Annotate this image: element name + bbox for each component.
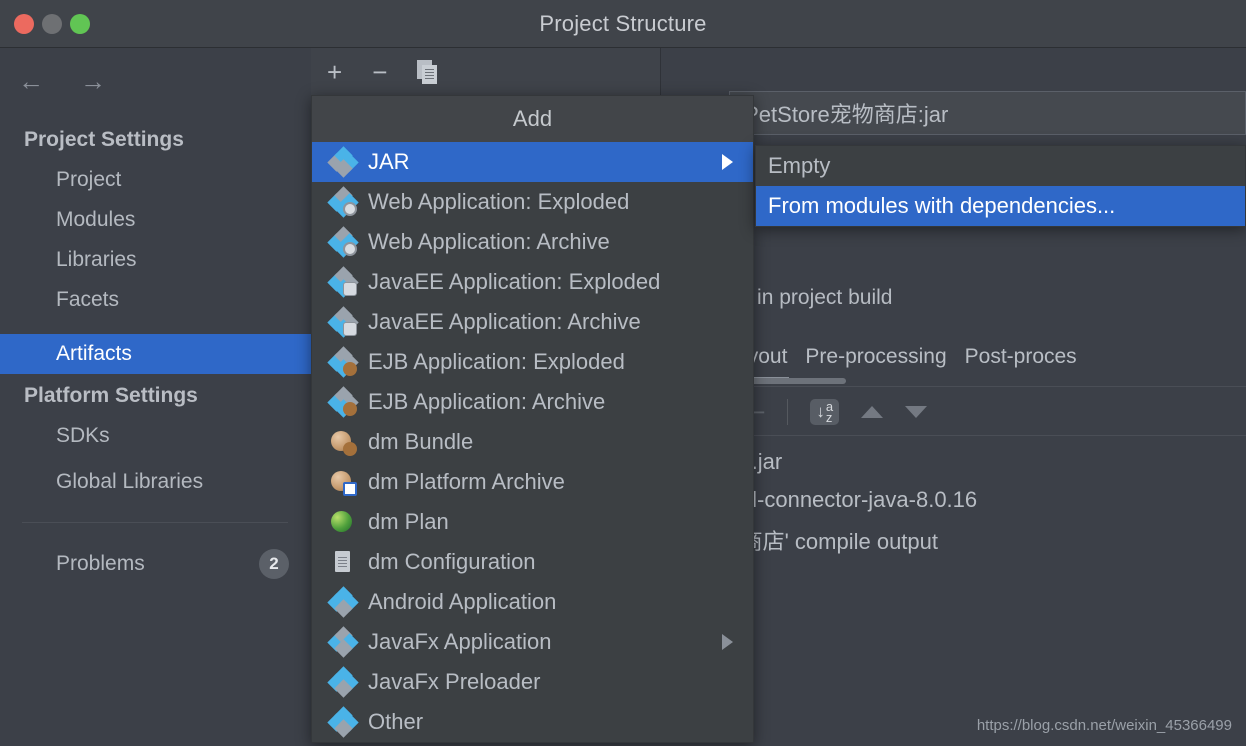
window-title: Project Structure <box>539 11 707 36</box>
menu-item-label: EJB Application: Archive <box>368 389 606 414</box>
menu-item-label: EJB Application: Exploded <box>368 349 625 374</box>
sidebar-item-artifacts[interactable]: Artifacts <box>0 334 311 374</box>
toolbar-separator <box>787 399 789 425</box>
artifacts-toolbar: + − <box>311 48 661 96</box>
menu-item-web-application-exploded[interactable]: Web Application: Exploded <box>312 182 753 222</box>
add-menu-header: Add <box>312 96 753 142</box>
menu-item-jar[interactable]: JAR <box>312 142 753 182</box>
menu-item-javafx-preloader[interactable]: JavaFx Preloader <box>312 662 753 702</box>
sidebar-item-libraries[interactable]: Libraries <box>0 240 311 280</box>
artifact-icon <box>327 586 359 618</box>
toolbar-divider <box>660 48 661 96</box>
menu-item-label: Android Application <box>368 589 557 614</box>
sidebar-item-facets[interactable]: Facets <box>0 280 311 320</box>
add-artifact-icon[interactable]: + <box>327 59 342 85</box>
sidebar-item-modules[interactable]: Modules <box>0 200 311 240</box>
artifact-icon <box>327 706 359 738</box>
menu-item-ejb-application-exploded[interactable]: EJB Application: Exploded <box>312 342 753 382</box>
jar-submenu: Empty From modules with dependencies... <box>755 145 1246 227</box>
settings-sidebar: ← → Project Settings Project Modules Lib… <box>0 48 311 746</box>
menu-item-other[interactable]: Other <box>312 702 753 742</box>
problems-label: Problems <box>56 552 145 575</box>
submenu-item-from-modules-with-dependencies[interactable]: From modules with dependencies... <box>756 186 1245 226</box>
javaee-artifact-icon <box>327 266 359 298</box>
copy-artifact-icon[interactable] <box>417 59 441 84</box>
menu-item-label: dm Bundle <box>368 429 474 454</box>
layout-toolbar-underline <box>701 435 1246 436</box>
dm-configuration-icon <box>330 549 356 575</box>
menu-item-javaee-application-exploded[interactable]: JavaEE Application: Exploded <box>312 262 753 302</box>
chevron-right-icon <box>722 634 733 650</box>
app-window: Project Structure ← → Project Settings P… <box>0 0 1246 746</box>
web-artifact-icon <box>327 226 359 258</box>
back-arrow-icon[interactable]: ← <box>18 68 44 94</box>
menu-item-javafx-application[interactable]: JavaFx Application <box>312 622 753 662</box>
menu-item-label: dm Configuration <box>368 549 536 574</box>
menu-item-dm-configuration[interactable]: dm Configuration <box>312 542 753 582</box>
add-artifact-menu: Add JAR Web Application: Exploded Web Ap… <box>311 95 754 743</box>
menu-item-label: dm Plan <box>368 509 449 534</box>
menu-item-label: Other <box>368 709 424 734</box>
web-artifact-icon <box>327 186 359 218</box>
dm-platform-icon <box>330 469 357 496</box>
dm-bundle-icon <box>330 429 357 456</box>
title-bar: Project Structure <box>0 0 1246 48</box>
chevron-right-icon <box>722 154 733 170</box>
menu-item-dm-bundle[interactable]: dm Bundle <box>312 422 753 462</box>
layout-toolbar: + − ↓az <box>701 389 1246 435</box>
submenu-item-empty[interactable]: Empty <box>756 146 1245 186</box>
menu-item-dm-plan[interactable]: dm Plan <box>312 502 753 542</box>
minimize-button[interactable] <box>42 14 62 34</box>
sidebar-item-problems[interactable]: Problems 2 <box>0 544 311 584</box>
artifact-icon <box>327 146 359 178</box>
sidebar-section-platform-settings: Platform Settings <box>24 384 198 407</box>
artifact-name-input[interactable]: PetStore宠物商店:jar <box>729 91 1246 135</box>
menu-item-label: JAR <box>368 149 410 174</box>
sidebar-divider <box>22 522 288 523</box>
menu-item-label: JavaFx Application <box>368 629 552 654</box>
sidebar-section-project-settings: Project Settings <box>24 128 184 151</box>
close-button[interactable] <box>14 14 34 34</box>
ejb-artifact-icon <box>327 386 359 418</box>
menu-item-javaee-application-archive[interactable]: JavaEE Application: Archive <box>312 302 753 342</box>
menu-item-label: JavaFx Preloader <box>368 669 541 694</box>
menu-item-label: Web Application: Exploded <box>368 189 630 214</box>
menu-item-android-application[interactable]: Android Application <box>312 582 753 622</box>
dm-plan-icon <box>330 509 356 535</box>
tab-pre-processing[interactable]: Pre-processing <box>805 343 964 381</box>
tabs-underline <box>701 386 1246 387</box>
problems-count-badge: 2 <box>259 549 289 579</box>
menu-item-web-application-archive[interactable]: Web Application: Archive <box>312 222 753 262</box>
ejb-artifact-icon <box>327 346 359 378</box>
menu-item-label: Web Application: Archive <box>368 229 610 254</box>
menu-item-label: JavaEE Application: Exploded <box>368 269 661 294</box>
traffic-lights <box>14 14 90 34</box>
move-up-icon[interactable] <box>861 406 884 418</box>
zoom-button[interactable] <box>70 14 90 34</box>
remove-artifact-icon[interactable]: − <box>372 59 387 85</box>
move-down-icon[interactable] <box>905 406 928 418</box>
menu-item-label: JavaEE Application: Archive <box>368 309 641 334</box>
menu-item-ejb-application-archive[interactable]: EJB Application: Archive <box>312 382 753 422</box>
tab-post-processing[interactable]: Post-proces <box>965 343 1095 381</box>
watermark: https://blog.csdn.net/weixin_45366499 <box>976 717 1232 734</box>
menu-item-label: dm Platform Archive <box>368 469 565 494</box>
sidebar-item-project[interactable]: Project <box>0 160 311 200</box>
javaee-artifact-icon <box>327 306 359 338</box>
sort-az-icon[interactable]: ↓ a z <box>810 398 840 426</box>
menu-item-dm-platform-archive[interactable]: dm Platform Archive <box>312 462 753 502</box>
artifact-icon <box>327 626 359 658</box>
sidebar-item-global-libraries[interactable]: Global Libraries <box>0 462 311 502</box>
forward-arrow-icon[interactable]: → <box>80 68 106 94</box>
sidebar-item-sdks[interactable]: SDKs <box>0 416 311 456</box>
artifact-icon <box>327 666 359 698</box>
navigation-arrows: ← → <box>18 68 106 94</box>
artifact-name-row: : PetStore宠物商店:jar <box>711 86 1246 140</box>
